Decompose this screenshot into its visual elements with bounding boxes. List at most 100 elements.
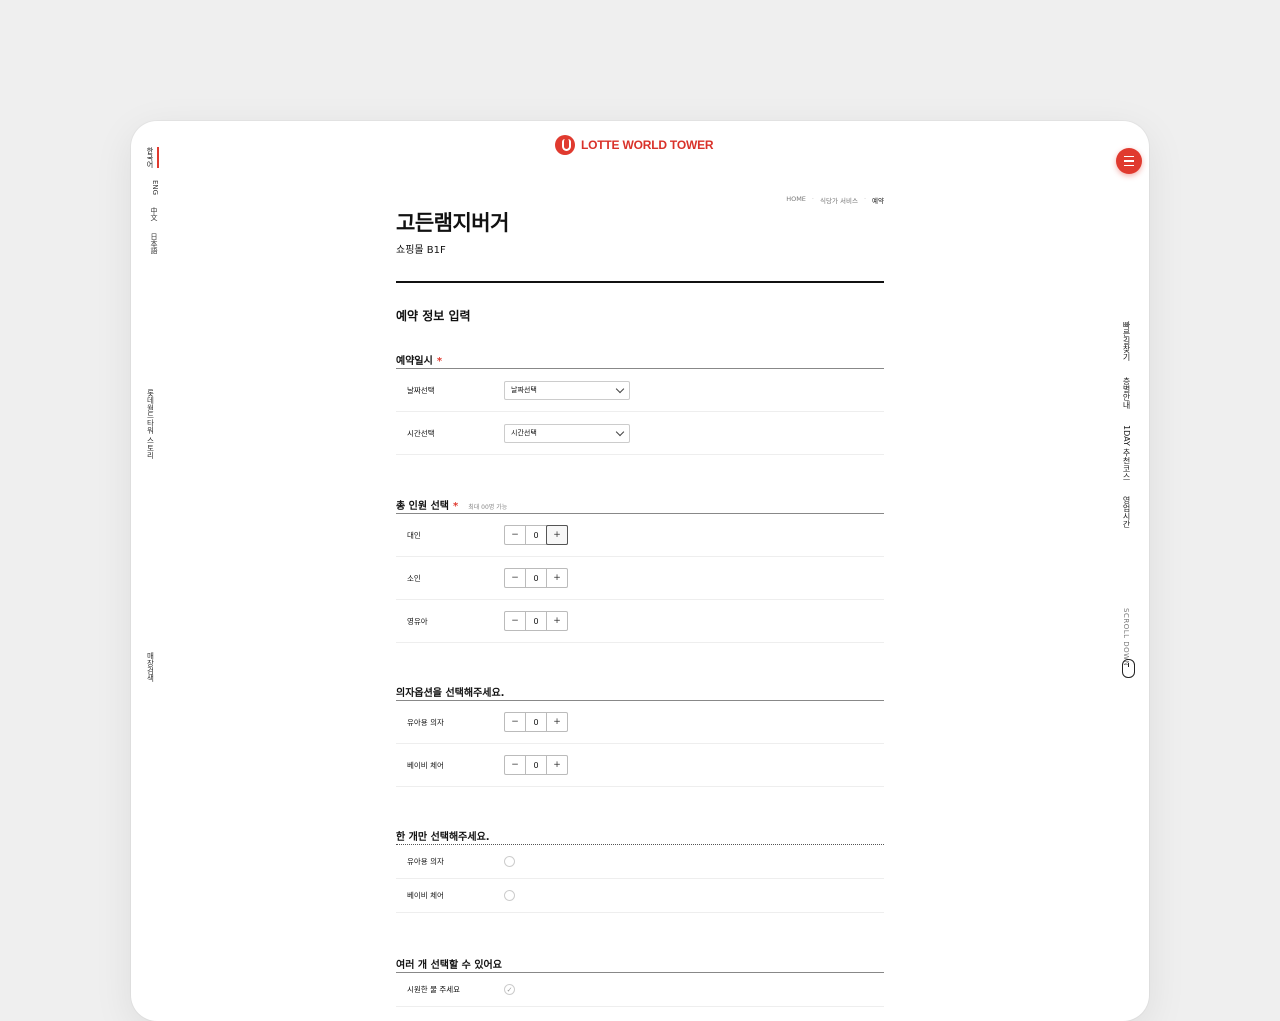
time-select[interactable]: 시간선택 — [504, 423, 630, 443]
mouse-scroll-icon — [1122, 659, 1135, 678]
infant-count: 0 — [525, 612, 547, 630]
kids-chair-count: 0 — [525, 713, 547, 731]
breadcrumb-dining[interactable]: 식당가 서비스 — [820, 195, 858, 205]
language-nav: 한국어 ENG 中文 日本語 — [145, 147, 159, 254]
time-select-value: 시간선택 — [511, 429, 537, 437]
datetime-heading-label: 예약일시 — [396, 356, 433, 367]
cold-water-label: 시원한 물 주세요 — [407, 985, 461, 994]
single-select-heading-label: 한 개만 선택해주세요. — [396, 832, 490, 843]
kids-chair-row: 유아용 의자 − 0 + — [396, 701, 884, 744]
adult-stepper: − 0 + — [504, 525, 568, 545]
adult-label: 대인 — [407, 530, 421, 540]
baby-chair-minus-button[interactable]: − — [505, 756, 525, 774]
lang-korean[interactable]: 한국어 — [145, 147, 159, 168]
one-day-course-link[interactable]: 1DAY 추천코스 — [1121, 425, 1132, 480]
story-link[interactable]: 롯데월드타워 스토리 — [145, 389, 156, 459]
child-count: 0 — [525, 569, 547, 587]
quick-links: 빠른길찾기 층별안내 1DAY 추천코스 영업시간 — [1121, 321, 1132, 528]
adult-row: 대인 − 0 + — [396, 514, 884, 557]
time-label: 시간선택 — [407, 428, 435, 438]
date-select[interactable]: 날짜선택 — [504, 380, 630, 400]
date-select-value: 날짜선택 — [511, 386, 537, 394]
child-stepper: − 0 + — [504, 568, 568, 588]
infant-row: 영유아 − 0 + — [396, 600, 884, 643]
kids-chair-stepper: − 0 + — [504, 712, 568, 732]
people-group: 총 인원 선택 * 최대 00명 가능 대인 − 0 + 소인 − 0 + 영유… — [396, 497, 884, 643]
child-label: 소인 — [407, 573, 421, 583]
adult-plus-button[interactable]: + — [546, 525, 568, 545]
lotte-world-tower-logo[interactable]: LOTTE WORLD TOWER — [555, 135, 714, 155]
chair-options-heading: 의자옵션을 선택해주세요. — [396, 684, 884, 701]
floor-guide-link[interactable]: 층별안내 — [1121, 377, 1132, 409]
date-row: 날짜선택 날짜선택 — [396, 369, 884, 412]
adult-count: 0 — [525, 526, 547, 544]
required-mark: * — [452, 501, 459, 512]
single-kids-chair-row: 유아용 의자 — [396, 845, 884, 879]
single-baby-chair-row: 베이비 체어 — [396, 879, 884, 913]
lang-japanese[interactable]: 日本語 — [145, 233, 159, 254]
infant-stepper: − 0 + — [504, 611, 568, 631]
chair-options-heading-label: 의자옵션을 선택해주세요. — [396, 688, 505, 699]
people-max-note: 최대 00명 가능 — [468, 504, 508, 511]
hamburger-menu-button[interactable] — [1116, 148, 1142, 174]
multi-select-heading-label: 여러 개 선택할 수 있어요 — [396, 960, 502, 971]
chevron-down-icon — [615, 384, 625, 393]
datetime-group: 예약일시 * 날짜선택 날짜선택 시간선택 시간선택 — [396, 352, 884, 455]
title-divider — [396, 281, 884, 283]
lang-chinese[interactable]: 中文 — [145, 207, 159, 221]
breadcrumb-separator: · — [863, 195, 867, 203]
check-icon: ✓ — [506, 985, 513, 994]
kids-chair-minus-button[interactable]: − — [505, 713, 525, 731]
child-row: 소인 − 0 + — [396, 557, 884, 600]
baby-chair-radio[interactable] — [504, 890, 515, 901]
infant-minus-button[interactable]: − — [505, 612, 525, 630]
single-select-heading: 한 개만 선택해주세요. — [396, 828, 884, 845]
child-minus-button[interactable]: − — [505, 569, 525, 587]
people-heading-label: 총 인원 선택 — [396, 501, 449, 512]
people-heading: 총 인원 선택 * 최대 00명 가능 — [396, 497, 884, 514]
device-frame: LOTTE WORLD TOWER 한국어 ENG 中文 日本語 롯데월드타워 … — [131, 121, 1149, 1021]
required-mark: * — [436, 356, 443, 367]
baby-chair-stepper: − 0 + — [504, 755, 568, 775]
lang-english[interactable]: ENG — [145, 180, 159, 195]
baby-chair-count: 0 — [525, 756, 547, 774]
single-baby-chair-label: 베이비 체어 — [407, 891, 444, 900]
single-kids-chair-label: 유아용 의자 — [407, 857, 444, 866]
multi-select-heading: 여러 개 선택할 수 있어요 — [396, 956, 884, 973]
cold-water-checkbox[interactable]: ✓ — [504, 984, 515, 995]
scroll-down-label: SCROLL DOWN — [1122, 608, 1130, 667]
multi-select-group: 여러 개 선택할 수 있어요 시원한 물 주세요 ✓ — [396, 956, 884, 1007]
infant-label: 영유아 — [407, 616, 428, 626]
store-search-link[interactable]: 매장검색 — [145, 652, 156, 682]
baby-chair-label: 베이비 체어 — [407, 760, 444, 770]
datetime-heading: 예약일시 * — [396, 352, 884, 369]
breadcrumb-separator: · — [811, 195, 814, 203]
breadcrumb: HOME · 식당가 서비스 · 예약 — [786, 195, 884, 205]
kids-chair-radio[interactable] — [504, 856, 515, 867]
child-plus-button[interactable]: + — [547, 569, 567, 587]
kids-chair-label: 유아용 의자 — [407, 717, 444, 727]
kids-chair-plus-button[interactable]: + — [547, 713, 567, 731]
page-subtitle: 쇼핑몰 B1F — [396, 245, 446, 256]
section-title: 예약 정보 입력 — [396, 309, 471, 323]
breadcrumb-home[interactable]: HOME — [786, 195, 806, 205]
adult-minus-button[interactable]: − — [505, 526, 525, 544]
logo-text: LOTTE WORLD TOWER — [581, 138, 714, 152]
menu-line-icon — [1124, 164, 1134, 167]
chevron-down-icon — [615, 427, 625, 436]
breadcrumb-current: 예약 — [872, 197, 884, 205]
cold-water-row: 시원한 물 주세요 ✓ — [396, 973, 884, 1007]
page-title: 고든램지버거 — [396, 211, 509, 235]
baby-chair-plus-button[interactable]: + — [547, 756, 567, 774]
quick-directions-link[interactable]: 빠른길찾기 — [1121, 321, 1132, 361]
infant-plus-button[interactable]: + — [547, 612, 567, 630]
menu-line-icon — [1124, 155, 1134, 158]
baby-chair-row: 베이비 체어 − 0 + — [396, 744, 884, 787]
menu-line-icon — [1124, 160, 1134, 162]
business-hours-link[interactable]: 영업시간 — [1121, 496, 1132, 528]
logo-mark-icon — [555, 135, 575, 155]
chair-options-group: 의자옵션을 선택해주세요. 유아용 의자 − 0 + 베이비 체어 − 0 + — [396, 684, 884, 787]
time-row: 시간선택 시간선택 — [396, 412, 884, 455]
date-label: 날짜선택 — [407, 385, 435, 395]
single-select-group: 한 개만 선택해주세요. 유아용 의자 베이비 체어 — [396, 828, 884, 913]
